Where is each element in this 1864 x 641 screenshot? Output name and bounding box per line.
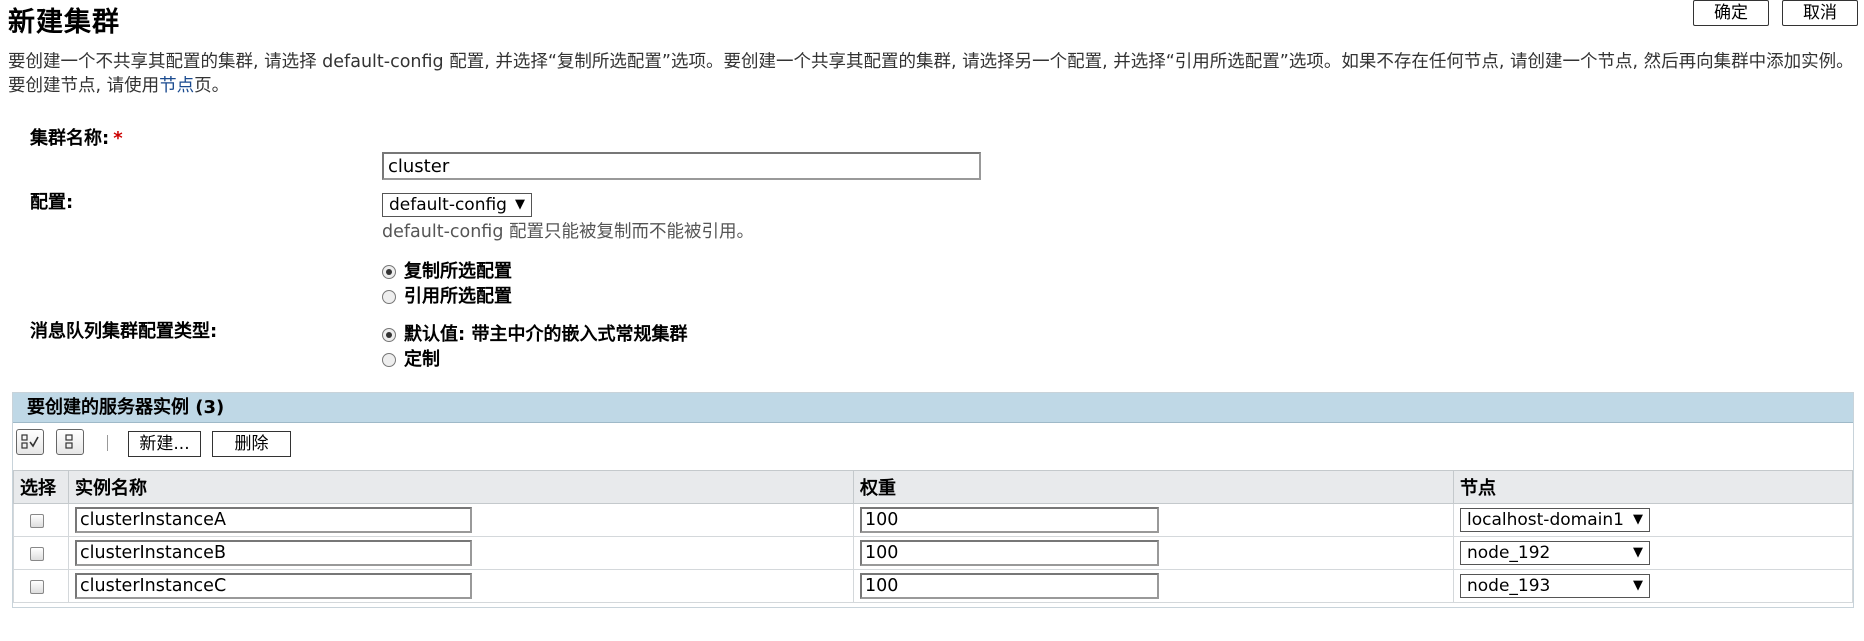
weight-input[interactable] xyxy=(860,507,1159,533)
cluster-name-label: 集群名称: * xyxy=(30,128,123,149)
column-header-weight[interactable]: 权重 xyxy=(853,470,1454,504)
table-row: localhost-domain1▼ xyxy=(13,503,1853,537)
page-title: 新建集群 xyxy=(8,7,120,38)
instance-name-input[interactable] xyxy=(75,540,472,566)
config-select[interactable]: default-config ▼ xyxy=(382,193,532,217)
dropdown-arrow-icon: ▼ xyxy=(1633,578,1643,593)
config-note: default-config 配置只能被复制而不能被引用。 xyxy=(382,222,755,242)
mq-config-label: 消息队列集群配置类型: xyxy=(30,321,218,342)
required-mark: * xyxy=(113,128,123,149)
instances-table: 要创建的服务器实例 (3) 新建... 删除 选择 实例名称 权重 节点 clu… xyxy=(12,392,1854,608)
config-label: 配置: xyxy=(30,192,74,213)
instance-name-input[interactable] xyxy=(75,507,472,533)
table-toolbar: 新建... 删除 xyxy=(13,423,1853,463)
dropdown-arrow-icon: ▼ xyxy=(1633,512,1643,527)
mq-default-option[interactable]: 默认值: 带主中介的嵌入式常规集群 xyxy=(382,323,687,347)
toolbar-separator xyxy=(107,435,108,451)
cluster-name-input[interactable] xyxy=(382,152,981,180)
row-checkbox[interactable] xyxy=(30,514,44,528)
instances-grid: 选择 实例名称 权重 节点 localhost-domain1▼ node_19… xyxy=(13,470,1853,603)
radio-mq-default[interactable] xyxy=(382,328,396,342)
weight-input[interactable] xyxy=(860,540,1159,566)
column-header-select[interactable]: 选择 xyxy=(13,470,69,504)
node-select[interactable]: node_193 ▼ xyxy=(1460,574,1650,598)
weight-input[interactable] xyxy=(860,573,1159,599)
radio-mq-custom[interactable] xyxy=(382,353,396,367)
help-text: 要创建一个不共享其配置的集群, 请选择 default-config 配置, 并… xyxy=(8,52,1854,96)
select-all-icon[interactable] xyxy=(16,429,44,455)
row-checkbox[interactable] xyxy=(30,580,44,594)
row-checkbox[interactable] xyxy=(30,547,44,561)
dropdown-arrow-icon: ▼ xyxy=(1633,545,1643,560)
ok-button[interactable]: 确定 xyxy=(1693,0,1769,26)
nodes-link[interactable]: 节点 xyxy=(159,76,194,96)
copy-config-option[interactable]: 复制所选配置 xyxy=(382,260,512,284)
radio-reference[interactable] xyxy=(382,290,396,304)
reference-config-option[interactable]: 引用所选配置 xyxy=(382,285,512,309)
deselect-all-icon[interactable] xyxy=(56,429,84,455)
new-instance-button[interactable]: 新建... xyxy=(128,431,201,457)
instance-name-input[interactable] xyxy=(75,573,472,599)
instances-table-title: 要创建的服务器实例 (3) xyxy=(13,393,1853,423)
mq-custom-option[interactable]: 定制 xyxy=(382,348,440,372)
radio-copy-selected[interactable] xyxy=(382,265,396,279)
cancel-button[interactable]: 取消 xyxy=(1782,0,1858,26)
node-select[interactable]: node_192 ▼ xyxy=(1460,541,1650,565)
table-row: node_192▼ xyxy=(13,536,1853,570)
node-select[interactable]: localhost-domain1 ▼ xyxy=(1460,508,1650,532)
delete-instance-button[interactable]: 删除 xyxy=(212,431,291,457)
column-header-instance-name[interactable]: 实例名称 xyxy=(68,470,854,504)
dropdown-arrow-icon: ▼ xyxy=(514,197,525,212)
column-header-node[interactable]: 节点 xyxy=(1453,470,1853,504)
table-row: node_193▼ xyxy=(13,569,1853,603)
